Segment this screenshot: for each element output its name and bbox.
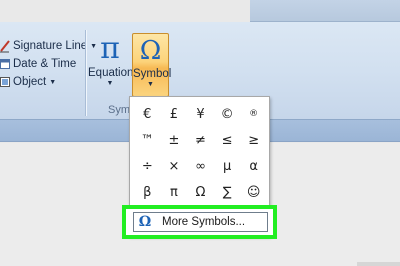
symbol-cell[interactable]: ® bbox=[240, 101, 267, 127]
symbol-cell[interactable]: © bbox=[214, 101, 241, 127]
symbol-cell[interactable]: ∑ bbox=[214, 179, 241, 205]
object-label: Object bbox=[13, 76, 47, 88]
chevron-down-icon: ▼ bbox=[147, 81, 154, 88]
symbol-cell[interactable]: α bbox=[240, 153, 267, 179]
symbol-cell[interactable]: µ bbox=[214, 153, 241, 179]
word-window: Signature Line ▼ Date & Time Object ▼ π … bbox=[0, 0, 400, 266]
object-icon bbox=[0, 75, 10, 89]
symbol-cell[interactable]: ☺ bbox=[240, 179, 267, 205]
signature-line-label: Signature Line bbox=[13, 40, 88, 52]
symbol-cell[interactable]: € bbox=[134, 101, 161, 127]
date-time-button[interactable]: Date & Time bbox=[0, 54, 76, 74]
symbol-button[interactable]: Ω Symbol ▼ bbox=[132, 33, 172, 97]
title-bar-corner bbox=[250, 0, 400, 22]
signature-line-button[interactable]: Signature Line ▼ bbox=[0, 36, 97, 56]
symbol-cell[interactable]: ÷ bbox=[134, 153, 161, 179]
more-symbols-button[interactable]: Ω More Symbols... bbox=[133, 212, 268, 232]
symbol-cell[interactable]: ≤ bbox=[214, 127, 241, 153]
symbol-cell[interactable]: ≥ bbox=[240, 127, 267, 153]
symbol-cell[interactable]: π bbox=[161, 179, 188, 205]
date-time-label: Date & Time bbox=[13, 58, 77, 70]
more-symbols-highlight: Ω More Symbols... bbox=[122, 205, 277, 239]
symbol-cell[interactable]: ± bbox=[161, 127, 188, 153]
symbol-cell[interactable]: β bbox=[134, 179, 161, 205]
symbol-cell[interactable]: × bbox=[161, 153, 188, 179]
symbol-cell[interactable]: Ω bbox=[187, 179, 214, 205]
symbol-grid: € £ ¥ © ® ™ ± ≠ ≤ ≥ ÷ × ∞ µ α β π Ω ∑ ☺ bbox=[134, 101, 267, 205]
symbol-cell[interactable]: ¥ bbox=[187, 101, 214, 127]
date-time-icon bbox=[0, 57, 10, 71]
symbol-cell[interactable]: £ bbox=[161, 101, 188, 127]
equation-button[interactable]: π Equation ▼ bbox=[88, 31, 134, 95]
chevron-down-icon: ▼ bbox=[49, 78, 57, 86]
group-divider-highlight bbox=[86, 30, 87, 116]
signature-line-icon bbox=[0, 39, 10, 53]
symbol-cell[interactable]: ™ bbox=[134, 127, 161, 153]
object-button[interactable]: Object ▼ bbox=[0, 72, 56, 92]
status-bar-fragment bbox=[357, 262, 400, 266]
more-symbols-label: More Symbols... bbox=[162, 216, 246, 228]
symbol-cell[interactable]: ∞ bbox=[187, 153, 214, 179]
symbol-label: Symbol bbox=[133, 68, 172, 80]
chevron-down-icon: ▼ bbox=[106, 80, 114, 87]
omega-icon: Ω bbox=[139, 36, 162, 66]
symbol-cell[interactable]: ≠ bbox=[187, 127, 214, 153]
pi-icon: π bbox=[100, 31, 120, 66]
equation-label: Equation bbox=[88, 67, 134, 79]
omega-icon: Ω bbox=[138, 214, 152, 230]
